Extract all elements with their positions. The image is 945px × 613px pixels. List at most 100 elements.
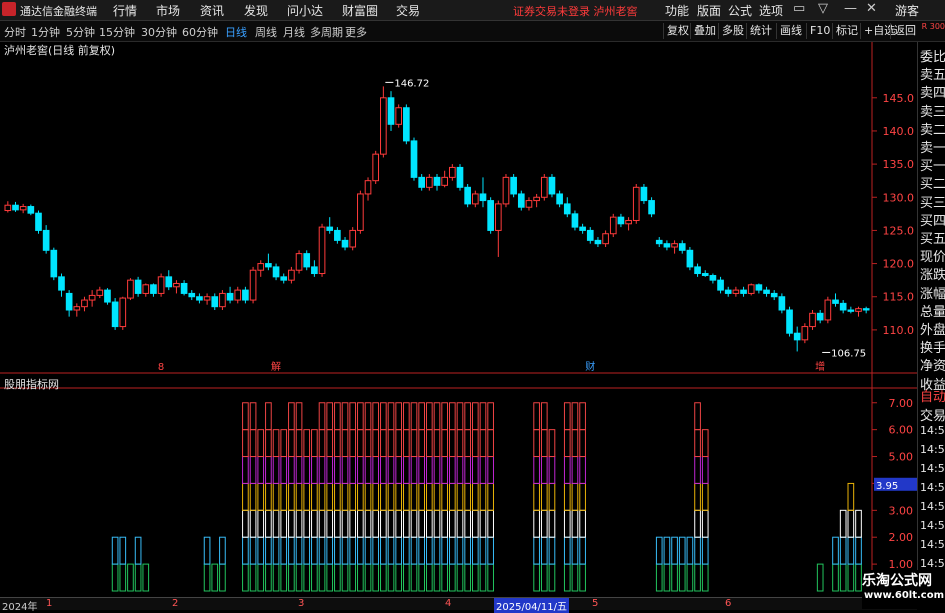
candle-body-1: [12, 204, 19, 211]
ind-bar-54-level-1: [418, 536, 426, 565]
ind-bar-38-level-1: [295, 536, 303, 565]
ind-bar-62-level-6: [479, 402, 487, 431]
candle-body-110: [847, 309, 855, 312]
ind-bar-109-level-1: [839, 536, 847, 565]
ind-bar-39-level-1: [303, 536, 311, 565]
ind-bar-90-level-1: [694, 536, 701, 565]
candle-body-62: [479, 193, 487, 202]
candle-body-20: [157, 276, 165, 294]
ind-bar-74-level-0: [571, 563, 579, 592]
ind-bar-32-level-0: [249, 563, 257, 592]
ind-bar-49-level-5: [380, 429, 387, 458]
ind-bar-56-level-3: [433, 482, 441, 511]
ind-bar-71-level-3: [548, 482, 556, 511]
date-label-4: 4: [445, 598, 452, 609]
ind-bar-34-level-3: [265, 482, 272, 511]
ind-bar-57-level-0: [441, 563, 448, 592]
candle-body-67: [517, 193, 525, 208]
ind-bar-43-level-4: [334, 456, 341, 484]
trade-label-2: 14:56: [920, 424, 945, 437]
candle-body-12: [96, 289, 104, 296]
main-ytick-label-3: 130.0: [883, 191, 915, 204]
trade-label-4: 14:56: [920, 462, 945, 475]
candle-body-82: [632, 186, 640, 221]
ind-bar-32-level-6: [249, 402, 257, 431]
ind-bar-61-level-3: [471, 482, 479, 511]
ind-bar-73-level-6: [563, 402, 571, 431]
ind-ytick-label-1: 6.00: [889, 424, 914, 437]
ind-bar-44-level-3: [341, 482, 349, 511]
quote-label-4: 卖二: [920, 122, 945, 138]
ind-bar-45-level-3: [349, 482, 357, 511]
candle-body-16: [127, 279, 134, 299]
ind-bar-17-level-1: [134, 536, 142, 565]
ind-bar-42-level-0: [326, 563, 334, 592]
ind-bar-85-level-0: [655, 563, 663, 592]
ind-bar-52-level-3: [403, 482, 410, 511]
quote-label-13: 涨幅: [920, 286, 945, 302]
candle-body-15: [119, 297, 127, 328]
chart-canvas[interactable]: 145.0 140.0 135.0 130.0 125.0 120.0 115.0 110.0…: [0, 0, 917, 597]
date-label-3: 3: [298, 598, 305, 609]
candle-body-7: [58, 276, 65, 291]
ind-bar-71-level-5: [548, 429, 556, 458]
ind-bar-71-level-0: [548, 563, 556, 592]
ind-bar-48-level-1: [372, 536, 380, 565]
ind-bar-48-level-2: [372, 509, 380, 538]
watermark-title: 乐淘公式网: [862, 573, 932, 589]
ind-bar-35-level-5: [272, 429, 280, 458]
candle-body-64: [494, 203, 502, 231]
ind-bar-71-level-1: [548, 536, 556, 565]
ind-bar-57-level-4: [441, 456, 448, 484]
ind-bar-61-level-1: [471, 536, 479, 565]
ind-bar-48-level-3: [372, 482, 380, 511]
candle-body-60: [464, 186, 471, 205]
ind-bar-49-level-1: [380, 536, 387, 565]
ind-bar-43-level-0: [334, 563, 341, 592]
candle-body-40: [311, 266, 318, 275]
ind-bar-34-level-4: [265, 456, 272, 484]
ind-bar-38-level-6: [295, 402, 303, 431]
ind-bar-40-level-4: [311, 456, 318, 484]
ind-bar-106-level-0: [816, 563, 824, 592]
ind-bar-109-level-2: [839, 509, 847, 538]
ind-bar-110-level-3: [847, 482, 855, 511]
candle-body-66: [510, 176, 517, 195]
ind-bar-44-level-4: [341, 456, 349, 484]
ind-bar-31-level-6: [242, 402, 249, 431]
date-cursor-label: 2025/04/11/五: [494, 598, 570, 613]
ind-bar-90-level-0: [694, 563, 701, 592]
ind-bar-70-level-1: [540, 536, 548, 565]
ind-bar-47-level-3: [364, 482, 372, 511]
candle-body-27: [211, 296, 219, 308]
ind-bar-54-level-5: [418, 429, 426, 458]
ind-ytick-label-5: 2.00: [889, 531, 914, 544]
date-label-year: 2024年: [2, 602, 38, 613]
ind-bar-69-level-4: [533, 456, 540, 484]
ind-bar-90-level-4: [694, 456, 701, 484]
ind-bar-91-level-1: [701, 536, 709, 565]
ind-bar-39-level-4: [303, 456, 311, 484]
ind-bar-34-level-2: [265, 509, 272, 538]
ind-bar-38-level-2: [295, 509, 303, 538]
ind-bar-59-level-6: [456, 402, 464, 431]
ind-bar-42-level-2: [326, 509, 334, 538]
candle-body-54: [418, 176, 426, 188]
ind-bar-33-level-3: [257, 482, 265, 511]
ind-bar-58-level-6: [448, 402, 456, 431]
ind-bar-110-level-1: [847, 536, 855, 565]
candle-body-14: [111, 301, 119, 328]
ind-bar-69-level-0: [533, 563, 540, 592]
ind-bar-89-level-0: [686, 563, 694, 592]
candle-body-5: [42, 229, 50, 251]
ind-bar-90-level-2: [694, 509, 701, 538]
candle-body-44: [341, 239, 349, 248]
ind-bar-75-level-0: [579, 563, 586, 592]
candle-body-36: [280, 276, 288, 281]
ind-bar-63-level-0: [487, 563, 494, 592]
candle-body-73: [563, 203, 571, 215]
indicator-title[interactable]: 股朋指标网: [4, 376, 59, 392]
candle-body-41: [318, 226, 326, 275]
ind-bar-36-level-0: [280, 563, 288, 592]
ind-bar-109-level-0: [839, 563, 847, 592]
